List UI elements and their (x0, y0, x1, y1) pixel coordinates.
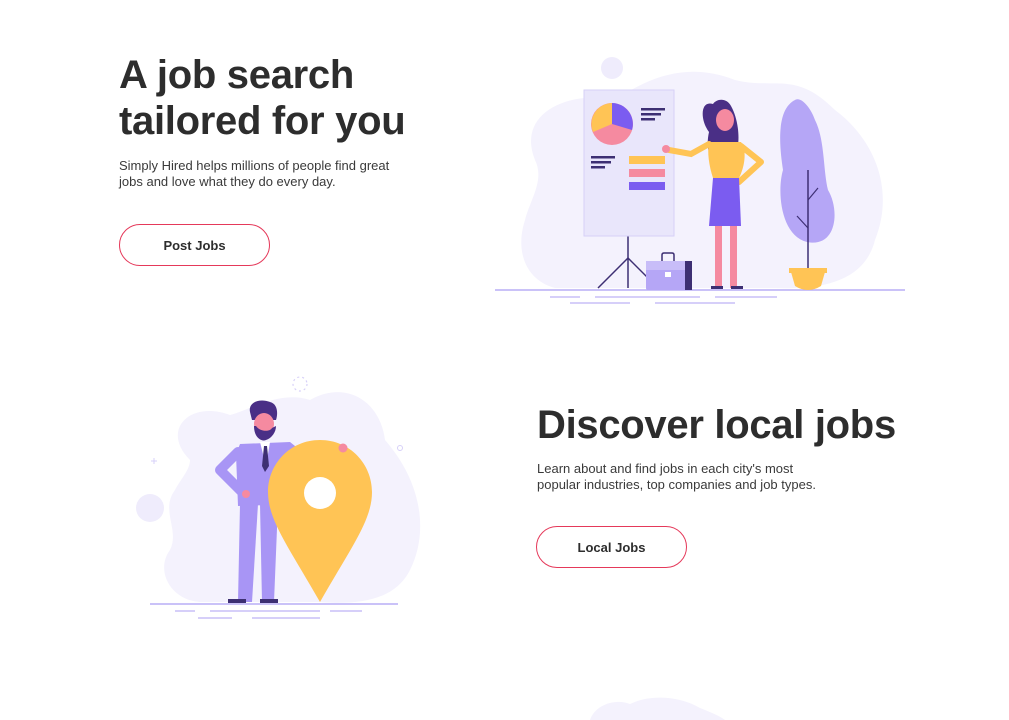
post-jobs-button[interactable]: Post Jobs (119, 224, 270, 266)
location-pin-man-illustration (136, 376, 421, 619)
presentation-woman-illustration (495, 57, 905, 304)
hero-description: Simply Hired helps millions of people fi… (119, 158, 390, 189)
next-section-illustration-partial (590, 697, 725, 720)
local-jobs-description: Learn about and find jobs in each city's… (537, 461, 816, 492)
local-jobs-button[interactable]: Local Jobs (536, 526, 687, 568)
local-jobs-title: Discover local jobs (537, 403, 896, 447)
hero-title: A job search tailored for you (119, 53, 406, 143)
background-blob-small (601, 57, 623, 79)
background-blob (521, 71, 883, 289)
